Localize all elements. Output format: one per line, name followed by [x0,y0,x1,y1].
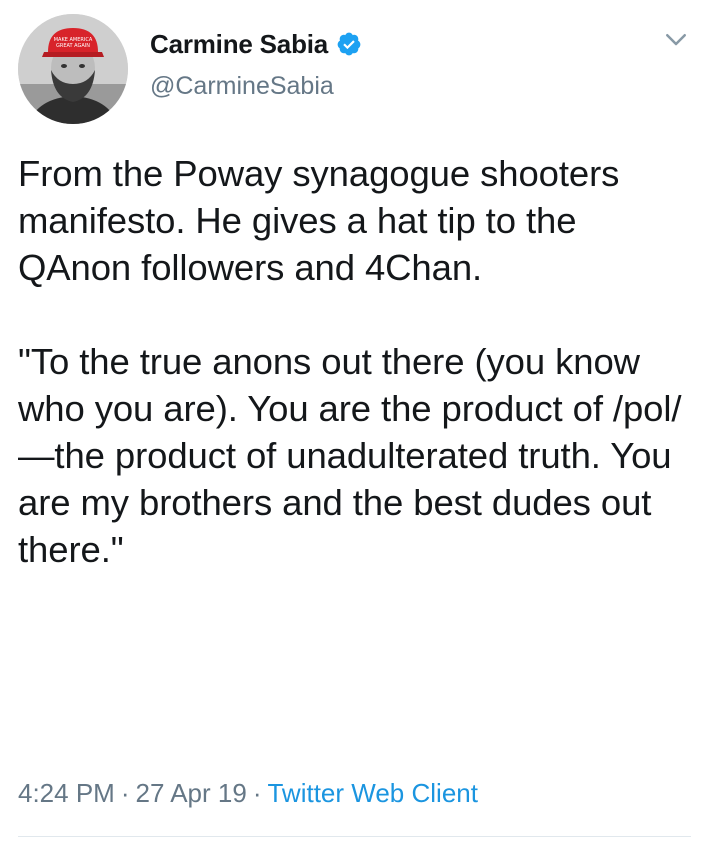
tweet-time[interactable]: 4:24 PM [18,778,115,808]
chevron-down-icon[interactable] [661,24,691,54]
meta-separator: · [120,778,130,808]
author-display-name[interactable]: Carmine Sabia [150,29,328,60]
avatar[interactable]: MAKE AMERICA GREAT AGAIN [18,14,128,124]
meta-separator: · [252,778,262,808]
tweet-date[interactable]: 27 Apr 19 [136,778,247,808]
svg-text:GREAT AGAIN: GREAT AGAIN [56,43,90,49]
avatar-image: MAKE AMERICA GREAT AGAIN [18,14,128,124]
tweet-paragraph: "To the true anons out there (you know w… [18,341,682,570]
tweet-meta: 4:24 PM · 27 Apr 19 · Twitter Web Client [18,778,478,809]
tweet-source-link[interactable]: Twitter Web Client [267,778,477,808]
tweet-paragraph: From the Poway synagogue shooters manife… [18,153,620,288]
author-handle[interactable]: @CarmineSabia [150,72,334,101]
tweet-text: From the Poway synagogue shooters manife… [18,150,698,573]
divider [18,836,691,837]
verified-badge-icon [337,32,361,56]
author-name-row[interactable]: Carmine Sabia [150,28,362,60]
tweet-card: MAKE AMERICA GREAT AGAIN Carmine Sabia @… [0,0,713,859]
